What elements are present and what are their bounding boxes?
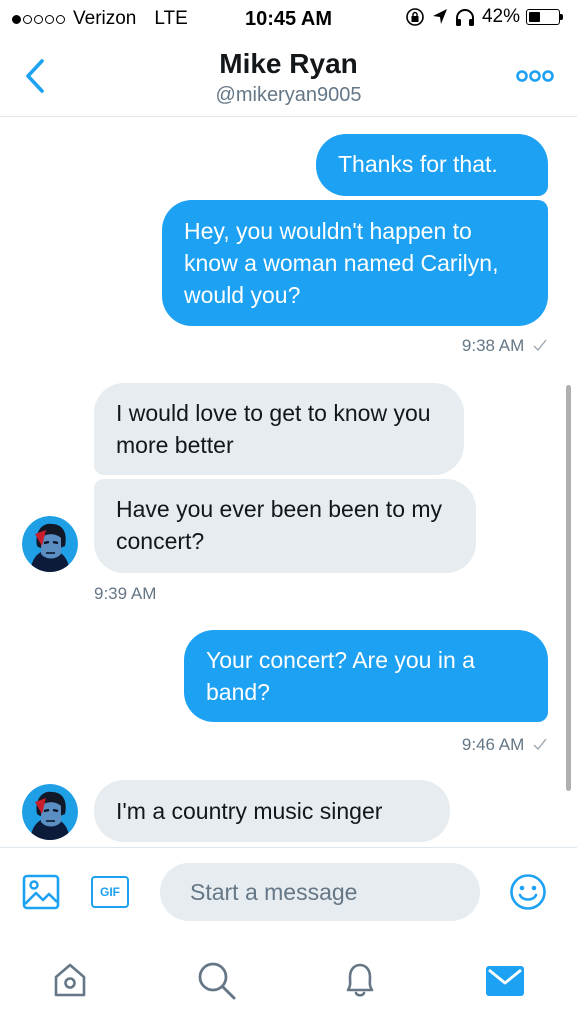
outgoing-message[interactable]: Your concert? Are you in a band? bbox=[184, 630, 548, 722]
sent-check-icon bbox=[533, 339, 547, 352]
search-icon bbox=[198, 962, 236, 1000]
incoming-message[interactable]: Have you ever been been to my concert? bbox=[94, 479, 476, 573]
contact-handle: @mikeryan9005 bbox=[215, 84, 362, 106]
outgoing-message[interactable]: Thanks for that. bbox=[316, 134, 548, 196]
contact-avatar[interactable] bbox=[22, 516, 78, 572]
more-icon bbox=[516, 70, 554, 82]
location-arrow-icon bbox=[432, 9, 447, 24]
add-photo-button[interactable] bbox=[22, 874, 60, 915]
message-input[interactable]: Start a message bbox=[160, 863, 480, 921]
tab-messages[interactable] bbox=[485, 965, 525, 1002]
message-thread[interactable]: Thanks for that. Hey, you wouldn't happe… bbox=[0, 117, 577, 847]
headphones-icon bbox=[455, 9, 474, 26]
message-timestamp: 9:39 AM bbox=[94, 584, 157, 603]
tab-bar bbox=[0, 943, 577, 1024]
incoming-message[interactable]: I would love to get to know you more bet… bbox=[94, 383, 464, 475]
more-button[interactable] bbox=[515, 66, 555, 86]
contact-avatar[interactable] bbox=[22, 784, 78, 840]
tab-search[interactable] bbox=[197, 961, 237, 1006]
notifications-icon bbox=[346, 963, 374, 997]
message-composer: GIF Start a message bbox=[0, 847, 577, 944]
timestamp-text: 9:46 AM bbox=[461, 735, 525, 754]
emoji-icon bbox=[510, 874, 546, 910]
gif-icon: GIF bbox=[100, 885, 120, 899]
message-timestamp: 9:46 AM bbox=[462, 735, 547, 755]
contact-name[interactable]: Mike Ryan bbox=[0, 48, 577, 80]
emoji-button[interactable] bbox=[509, 873, 547, 916]
messages-icon bbox=[486, 966, 524, 996]
battery-percent: 42% bbox=[481, 6, 520, 27]
avatar-image bbox=[22, 516, 78, 572]
avatar-image bbox=[22, 784, 78, 840]
rotation-lock-icon bbox=[406, 8, 424, 26]
status-icons: 42% bbox=[404, 6, 563, 28]
timestamp-text: 9:38 AM bbox=[461, 336, 525, 355]
message-timestamp: 9:38 AM bbox=[462, 336, 547, 356]
sent-check-icon bbox=[533, 738, 547, 751]
incoming-message[interactable]: I'm a country music singer bbox=[94, 780, 450, 842]
tab-home[interactable] bbox=[52, 961, 88, 1004]
image-icon bbox=[22, 874, 60, 910]
status-bar: Verizon LTE 10:45 AM 42% bbox=[0, 0, 577, 38]
battery-icon bbox=[526, 9, 563, 25]
tab-notifications[interactable] bbox=[340, 960, 380, 1005]
home-icon bbox=[54, 963, 86, 997]
scrollbar[interactable] bbox=[566, 385, 571, 791]
conversation-header: Mike Ryan @mikeryan9005 bbox=[0, 38, 577, 117]
gif-button[interactable]: GIF bbox=[91, 876, 129, 908]
outgoing-message[interactable]: Hey, you wouldn't happen to know a woman… bbox=[162, 200, 548, 326]
